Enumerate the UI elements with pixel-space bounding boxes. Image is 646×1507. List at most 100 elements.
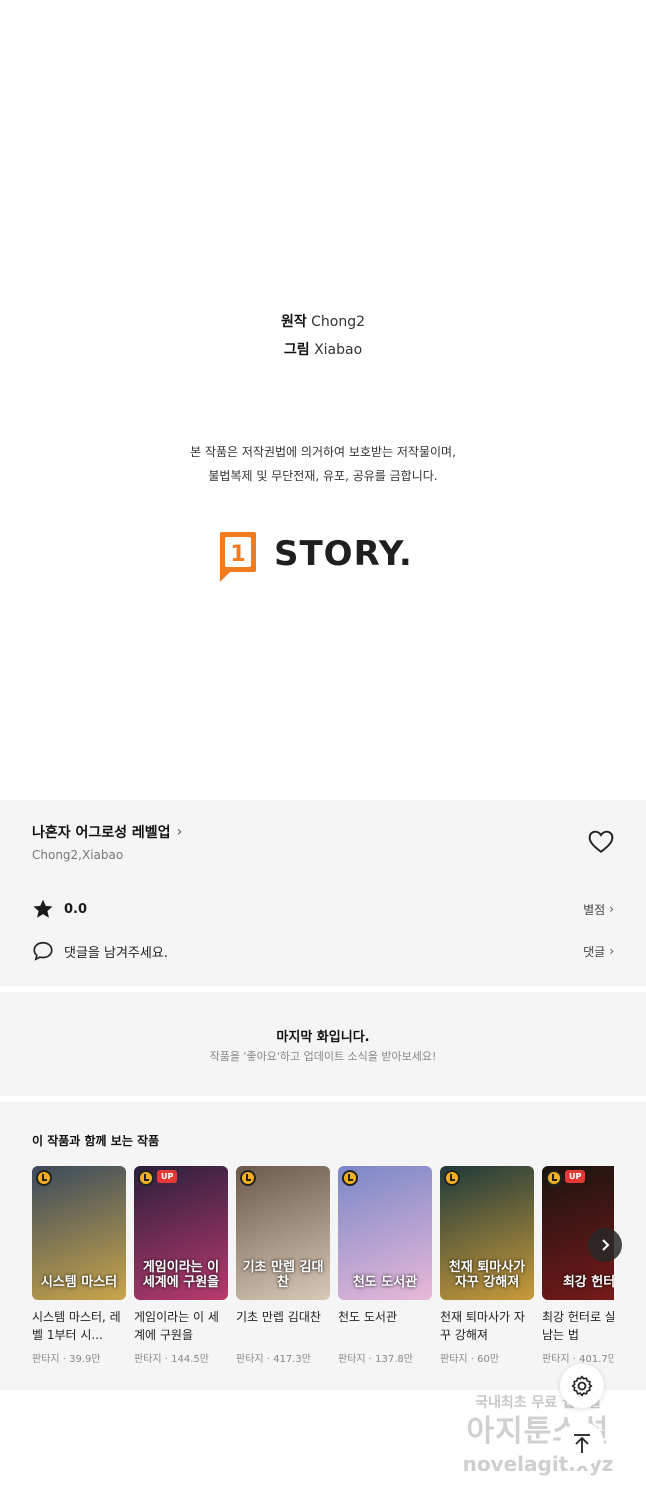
recommendation-card[interactable]: 천도 도서관 천도 도서관 판타지 · 137.8만 bbox=[338, 1166, 432, 1365]
logo-mark-digit: 1 bbox=[230, 542, 245, 567]
meta-separator: · bbox=[467, 1354, 478, 1365]
comment-prompt[interactable]: 댓글을 남겨주세요. bbox=[64, 942, 168, 961]
chevron-right-icon: › bbox=[609, 944, 614, 958]
card-meta: 판타지 · 137.8만 bbox=[338, 1350, 432, 1365]
cover-thumbnail[interactable]: UP 게임이라는 이 세계에 구원을 bbox=[134, 1166, 228, 1300]
last-episode-subtitle: 작품을 '좋아요'하고 업데이트 소식을 받아보세요! bbox=[209, 1050, 437, 1063]
card-views: 60만 bbox=[477, 1354, 500, 1365]
settings-button[interactable] bbox=[560, 1364, 604, 1408]
carousel-next-button[interactable] bbox=[588, 1228, 622, 1262]
card-meta: 판타지 · 401.7만 bbox=[542, 1350, 614, 1365]
cover-thumbnail[interactable]: 천도 도서관 bbox=[338, 1166, 432, 1300]
recommendation-card[interactable]: UP 최강 헌터최강 헌터로 살아남는 법판타지 · 401.7만 bbox=[542, 1166, 614, 1365]
card-title: 최강 헌터로 살아남는 법 bbox=[542, 1310, 614, 1342]
original-credit: 원작 Chong2 bbox=[0, 308, 646, 336]
clock-badge-icon bbox=[342, 1170, 358, 1186]
original-author: Chong2 bbox=[311, 314, 366, 330]
gear-icon bbox=[571, 1375, 593, 1397]
cover-title-art: 천재 퇴마사가 자꾸 강해져 bbox=[448, 1260, 526, 1290]
clock-badge-icon bbox=[546, 1170, 562, 1186]
cover-title-art: 게임이라는 이 세계에 구원을 bbox=[142, 1260, 220, 1290]
copyright-notice: 본 작품은 저작권법에 의거하여 보호받는 저작물이며, 불법복제 및 무단전재… bbox=[0, 440, 646, 488]
series-info-panel: 나혼자 어그로성 레벨업 › Chong2,Xiabao 0.0 별점 › 댓글… bbox=[0, 800, 646, 986]
last-episode-title: 마지막 화입니다. bbox=[276, 1030, 370, 1045]
card-genre: 판타지 bbox=[32, 1354, 60, 1365]
recommendation-card[interactable]: 천재 퇴마사가 자꾸 강해져 천재 퇴마사가 자꾸 강해져 판타지 · 60만 bbox=[440, 1166, 534, 1365]
card-genre: 판타지 bbox=[542, 1354, 570, 1365]
card-meta: 판타지 · 60만 bbox=[440, 1350, 534, 1365]
rating-value: 0.0 bbox=[64, 901, 88, 917]
watermark: 국내최초 무료 웹소설 아지툰소설 novelagit.xyz bbox=[440, 1392, 636, 1492]
art-label: 그림 bbox=[283, 342, 310, 358]
story-logo-icon: 1 bbox=[220, 532, 256, 582]
cover-thumbnail[interactable]: 시스템 마스터 bbox=[32, 1166, 126, 1300]
cover-thumbnail[interactable]: 기초 만렙 김대찬 bbox=[236, 1166, 330, 1300]
comment-link[interactable]: 댓글 › bbox=[583, 943, 614, 960]
comment-row: 댓글을 남겨주세요. 댓글 › bbox=[32, 938, 614, 964]
card-meta: 판타지 · 144.5만 bbox=[134, 1350, 228, 1365]
card-genre: 판타지 bbox=[134, 1354, 162, 1365]
series-authors: Chong2,Xiabao bbox=[32, 848, 124, 862]
art-author: Xiabao bbox=[314, 342, 363, 358]
credits: 원작 Chong2 그림 Xiabao bbox=[0, 308, 646, 364]
clock-badge-icon bbox=[138, 1170, 154, 1186]
cover-title-art: 최강 헌터 bbox=[562, 1275, 614, 1290]
card-genre: 판타지 bbox=[236, 1354, 264, 1365]
card-title: 천도 도서관 bbox=[338, 1310, 398, 1324]
rating-row: 0.0 별점 › bbox=[32, 896, 614, 922]
card-genre: 판타지 bbox=[440, 1354, 468, 1365]
comment-link-label: 댓글 bbox=[583, 944, 606, 959]
rating-link-label: 별점 bbox=[583, 902, 606, 917]
chevron-right-icon: › bbox=[609, 902, 614, 916]
card-title: 게임이라는 이 세계에 구원을 bbox=[134, 1310, 219, 1342]
recommendations-heading: 이 작품과 함께 보는 작품 bbox=[32, 1134, 160, 1148]
meta-separator: · bbox=[161, 1354, 172, 1365]
card-title: 시스템 마스터, 레벨 1부터 시... bbox=[32, 1310, 121, 1342]
cover-title-art: 기초 만렙 김대찬 bbox=[242, 1260, 324, 1290]
up-badge: UP bbox=[565, 1170, 586, 1183]
copyright-line-2: 불법복제 및 무단전재, 유포, 공유를 금합니다. bbox=[208, 469, 438, 483]
card-title: 기초 만렙 김대찬 bbox=[236, 1310, 321, 1324]
card-views: 144.5만 bbox=[171, 1354, 209, 1365]
recommendation-card[interactable]: 시스템 마스터시스템 마스터, 레벨 1부터 시... 판타지 · 39.9만 bbox=[32, 1166, 126, 1365]
arrow-up-icon bbox=[574, 1434, 590, 1453]
up-badge: UP bbox=[157, 1170, 178, 1183]
last-episode-panel: 마지막 화입니다. 작품을 '좋아요'하고 업데이트 소식을 받아보세요! bbox=[0, 992, 646, 1096]
series-title: 나혼자 어그로성 레벨업 bbox=[32, 825, 171, 841]
art-credit: 그림 Xiabao bbox=[0, 336, 646, 364]
recommendation-card[interactable]: 기초 만렙 김대찬 기초 만렙 김대찬 판타지 · 417.3만 bbox=[236, 1166, 330, 1365]
meta-separator: · bbox=[59, 1354, 70, 1365]
clock-badge-icon bbox=[36, 1170, 52, 1186]
clock-badge-icon bbox=[444, 1170, 460, 1186]
card-meta: 판타지 · 417.3만 bbox=[236, 1350, 330, 1365]
heart-icon[interactable] bbox=[588, 830, 614, 854]
logo-wordmark: STORY. bbox=[274, 534, 413, 574]
copyright-line-1: 본 작품은 저작권법에 의거하여 보호받는 저작물이며, bbox=[190, 445, 456, 459]
recommendation-card[interactable]: UP 게임이라는 이 세계에 구원을 게임이라는 이 세계에 구원을 판타지 · 14… bbox=[134, 1166, 228, 1365]
recommendations-panel: 이 작품과 함께 보는 작품 시스템 마스터시스템 마스터, 레벨 1부터 시.… bbox=[0, 1102, 646, 1390]
cover-title-art: 시스템 마스터 bbox=[40, 1275, 118, 1290]
cover-title-art: 천도 도서관 bbox=[352, 1275, 418, 1290]
card-meta: 판타지 · 39.9만 bbox=[32, 1350, 126, 1365]
card-title: 천재 퇴마사가 자꾸 강해져 bbox=[440, 1310, 525, 1342]
watermark-line-1: 국내최초 무료 웹소설 bbox=[475, 1395, 601, 1411]
chevron-right-icon bbox=[602, 1239, 610, 1251]
chevron-right-icon: › bbox=[176, 824, 183, 840]
rating-link[interactable]: 별점 › bbox=[583, 901, 614, 918]
star-icon bbox=[33, 899, 53, 918]
watermark-line-2: 아지툰소설 bbox=[466, 1414, 610, 1449]
card-genre: 판타지 bbox=[338, 1354, 366, 1365]
publisher-logo: 1 STORY. bbox=[216, 524, 436, 584]
series-title-link[interactable]: 나혼자 어그로성 레벨업 › bbox=[32, 822, 182, 842]
scroll-top-button[interactable] bbox=[560, 1422, 604, 1466]
recommendations-carousel: 시스템 마스터시스템 마스터, 레벨 1부터 시... 판타지 · 39.9만 UP… bbox=[32, 1166, 614, 1376]
comment-bubble-icon bbox=[33, 941, 53, 961]
card-views: 39.9만 bbox=[69, 1354, 101, 1365]
card-views: 417.3만 bbox=[273, 1354, 311, 1365]
cover-thumbnail[interactable]: 천재 퇴마사가 자꾸 강해져 bbox=[440, 1166, 534, 1300]
meta-separator: · bbox=[263, 1354, 274, 1365]
watermark-line-3: novelagit.xyz bbox=[462, 1452, 614, 1476]
original-label: 원작 bbox=[280, 314, 307, 330]
clock-badge-icon bbox=[240, 1170, 256, 1186]
meta-separator: · bbox=[365, 1354, 376, 1365]
